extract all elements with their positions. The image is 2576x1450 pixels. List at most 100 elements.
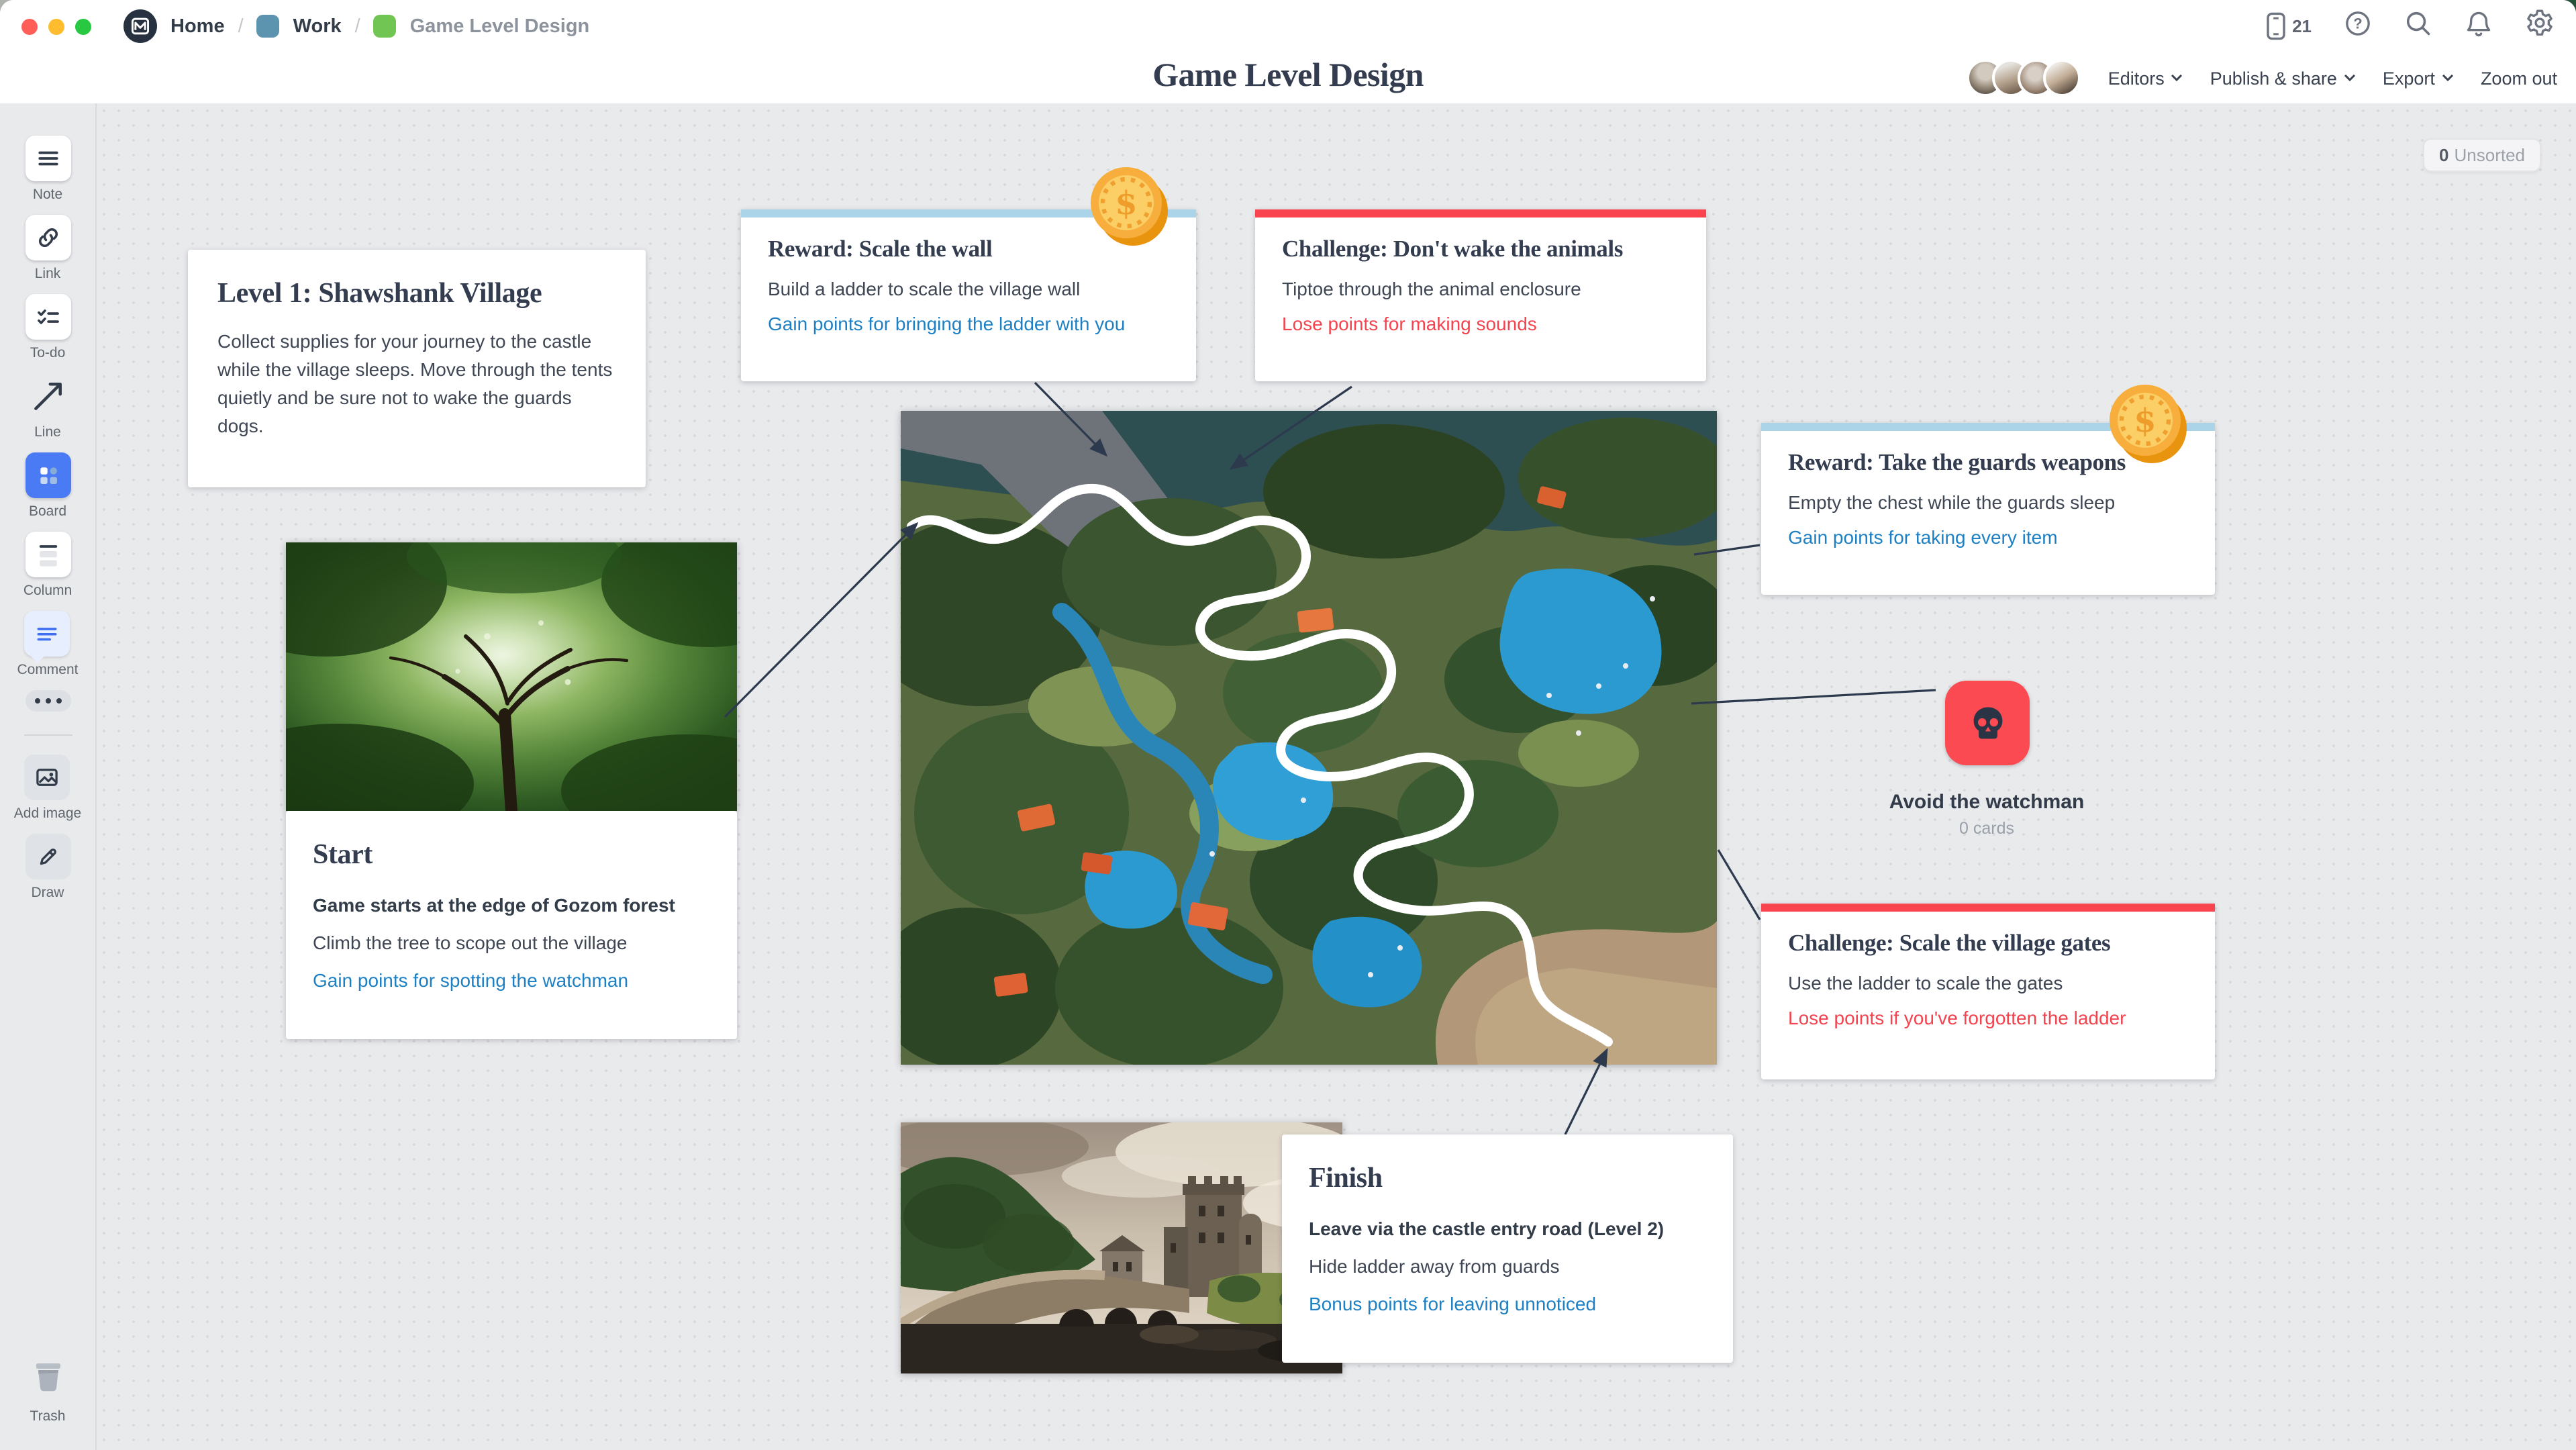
svg-text:$: $ — [2134, 402, 2156, 440]
card-title: Challenge: Scale the village gates — [1788, 929, 2188, 957]
sidebar-tool-link[interactable]: Link — [25, 215, 70, 282]
watchman-board-icon[interactable] — [1945, 681, 2030, 765]
publish-share-button[interactable]: Publish & share — [2210, 68, 2356, 88]
sidebar-tool-note[interactable]: Note — [25, 136, 70, 203]
add-image-icon — [25, 755, 70, 800]
card-highlight: Gain points for bringing the ladder with… — [768, 313, 1169, 334]
card-body: Empty the chest while the guards sleep — [1788, 491, 2188, 513]
phone-icon — [2265, 12, 2285, 40]
card-highlight: Lose points if you've forgotten the ladd… — [1788, 1007, 2188, 1028]
gear-icon — [2525, 8, 2555, 38]
card-highlight: Lose points for making sounds — [1282, 313, 1679, 334]
card-title: Level 1: Shawshank Village — [217, 277, 616, 310]
editors-menu-button[interactable]: Editors — [2108, 68, 2183, 88]
search-button[interactable] — [2404, 9, 2432, 44]
breadcrumb-separator: / — [355, 15, 360, 37]
coin-icon[interactable]: $ — [1087, 164, 1171, 254]
watchman-board-title[interactable]: Avoid the watchman — [1826, 791, 2148, 814]
unsorted-badge[interactable]: 0 Unsorted — [2423, 138, 2541, 172]
card-highlight: Gain points for spotting the watchman — [313, 969, 710, 991]
export-label: Export — [2383, 68, 2435, 88]
zoom-window-button[interactable] — [75, 18, 91, 34]
note-card-challenge-gates[interactable]: Challenge: Scale the village gates Use t… — [1761, 904, 2215, 1079]
mobile-capture-button[interactable]: 21 — [2265, 12, 2312, 40]
minimize-window-button[interactable] — [48, 18, 64, 34]
comment-icon — [25, 611, 70, 657]
chevron-down-icon — [2171, 74, 2183, 82]
note-card-start[interactable]: Start Game starts at the edge of Gozom f… — [286, 811, 737, 1039]
settings-button[interactable] — [2525, 8, 2555, 44]
card-subtitle: Leave via the castle entry road (Level 2… — [1309, 1218, 1706, 1239]
tool-label: Trash — [30, 1408, 66, 1424]
sidebar-tool-add-image[interactable]: Add image — [14, 755, 81, 822]
card-body: Climb the tree to scope out the village — [313, 932, 710, 953]
card-title: Start — [313, 838, 710, 871]
card-title: Finish — [1309, 1161, 1706, 1195]
card-body: Collect supplies for your journey to the… — [217, 328, 616, 440]
column-icon — [25, 532, 70, 577]
tool-label: Column — [23, 583, 72, 599]
breadcrumb-home[interactable]: Home — [170, 15, 225, 37]
board-icon — [25, 452, 70, 498]
tool-label: Board — [29, 503, 66, 520]
zoom-out-button[interactable]: Zoom out — [2481, 68, 2557, 88]
board-canvas[interactable]: Level 1: Shawshank Village Collect suppl… — [97, 103, 2576, 1450]
card-body: Build a ladder to scale the village wall — [768, 278, 1169, 299]
sidebar-tool-column[interactable]: Column — [23, 532, 72, 599]
card-highlight: Bonus points for leaving unnoticed — [1309, 1293, 1706, 1314]
sidebar-tool-todo[interactable]: To-do — [25, 294, 70, 361]
card-body: Tiptoe through the animal enclosure — [1282, 278, 1679, 299]
tool-label: Note — [33, 187, 62, 203]
card-body: Use the ladder to scale the gates — [1788, 972, 2188, 994]
forest-photo[interactable] — [286, 542, 737, 811]
trash-dropzone[interactable]: Trash — [28, 1356, 68, 1438]
tool-label: Line — [34, 424, 61, 440]
work-board-icon — [257, 15, 280, 38]
mobile-capture-count: 21 — [2292, 16, 2312, 36]
breadcrumb-work[interactable]: Work — [293, 15, 342, 37]
close-window-button[interactable] — [21, 18, 38, 34]
search-icon — [2404, 9, 2432, 37]
card-subtitle: Game starts at the edge of Gozom forest — [313, 894, 710, 916]
castle-photo[interactable] — [901, 1122, 1342, 1373]
village-map-photo[interactable] — [901, 411, 1717, 1065]
link-icon — [25, 215, 70, 260]
publish-share-label: Publish & share — [2210, 68, 2337, 88]
note-card-finish[interactable]: Finish Leave via the castle entry road (… — [1282, 1134, 1733, 1363]
trash-icon — [28, 1356, 68, 1403]
line-icon — [25, 373, 70, 419]
chevron-down-icon — [2442, 74, 2454, 82]
help-icon: ? — [2344, 9, 2372, 37]
sidebar-divider — [23, 734, 72, 736]
sidebar-tool-board[interactable]: Board — [25, 452, 70, 520]
help-button[interactable]: ? — [2344, 9, 2372, 44]
sidebar-tool-more[interactable] — [25, 690, 70, 712]
current-board-icon — [374, 15, 397, 38]
card-title: Challenge: Don't wake the animals — [1282, 235, 1679, 263]
avatar — [2044, 59, 2081, 97]
note-card-level1[interactable]: Level 1: Shawshank Village Collect suppl… — [188, 250, 646, 487]
note-card-challenge-animals[interactable]: Challenge: Don't wake the animals Tiptoe… — [1255, 209, 1706, 381]
tool-label: To-do — [30, 345, 66, 361]
export-button[interactable]: Export — [2383, 68, 2454, 88]
sidebar-tool-draw[interactable]: Draw — [25, 834, 70, 901]
more-tools-icon — [25, 690, 70, 712]
window-traffic-lights — [21, 18, 91, 34]
breadcrumb: Home / Work / Game Level Design — [123, 9, 589, 43]
top-chrome: Home / Work / Game Level Design 21 ? — [0, 0, 2576, 105]
app-window: Home / Work / Game Level Design 21 ? — [0, 0, 2576, 1450]
tool-label: Add image — [14, 806, 81, 822]
editor-avatars[interactable] — [1967, 59, 2081, 97]
sidebar-tool-line[interactable]: Line — [25, 373, 70, 440]
tool-label: Comment — [17, 662, 78, 678]
milanote-logo-icon[interactable] — [123, 9, 157, 43]
sidebar-tool-comment[interactable]: Comment — [17, 611, 78, 678]
coin-icon[interactable]: $ — [2106, 381, 2189, 471]
chevron-down-icon — [2344, 74, 2356, 82]
breadcrumb-separator: / — [238, 15, 244, 37]
notifications-button[interactable] — [2465, 9, 2493, 44]
unsorted-label: Unsorted — [2455, 145, 2526, 165]
card-body: Hide ladder away from guards — [1309, 1255, 1706, 1277]
tool-label: Link — [35, 266, 61, 282]
unsorted-count: 0 — [2439, 145, 2448, 165]
